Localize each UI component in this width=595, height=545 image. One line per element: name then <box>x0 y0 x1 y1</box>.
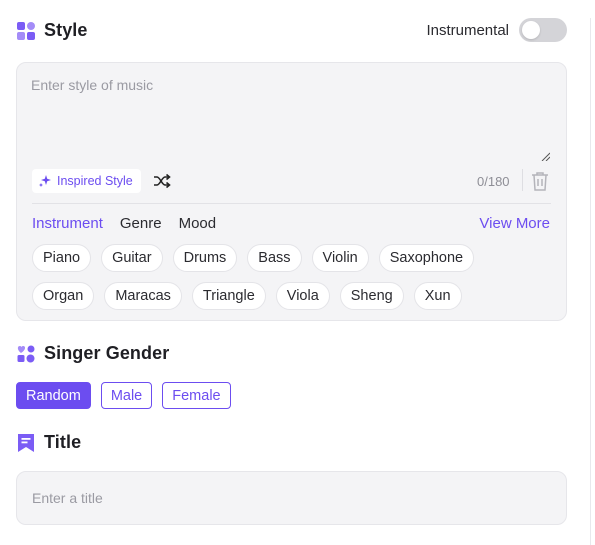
toggle-knob <box>522 21 540 39</box>
gender-male-button[interactable]: Male <box>100 382 153 409</box>
chip-bass[interactable]: Bass <box>247 244 302 272</box>
style-panel: Inspired Style 0/180 Instrument Genre Mo… <box>16 62 567 321</box>
chip-saxophone[interactable]: Saxophone <box>378 244 475 272</box>
tab-genre[interactable]: Genre <box>120 215 162 232</box>
gender-shapes-icon <box>16 344 36 364</box>
instrumental-label: Instrumental <box>426 21 509 39</box>
inspired-style-button[interactable]: Inspired Style <box>32 169 141 193</box>
resize-handle-icon[interactable] <box>540 151 550 161</box>
title-input[interactable] <box>16 471 567 525</box>
instrumental-control: Instrumental <box>426 18 567 42</box>
tab-mood[interactable]: Mood <box>179 215 217 232</box>
divider <box>32 203 551 204</box>
chip-violin[interactable]: Violin <box>311 244 369 272</box>
gender-female-button[interactable]: Female <box>162 382 231 409</box>
chip-piano[interactable]: Piano <box>32 244 92 272</box>
scrollbar[interactable] <box>587 0 595 545</box>
tab-instrument[interactable]: Instrument <box>32 215 103 232</box>
chip-triangle[interactable]: Triangle <box>191 282 266 310</box>
chip-xun[interactable]: Xun <box>413 282 462 310</box>
title-header: Title <box>16 432 81 453</box>
style-header: Style <box>16 20 88 41</box>
chip-guitar[interactable]: Guitar <box>101 244 163 272</box>
gender-options: Random Male Female <box>16 382 231 409</box>
trash-icon[interactable] <box>531 171 549 191</box>
view-more-link[interactable]: View More <box>479 215 550 232</box>
character-counter: 0/180 <box>477 174 510 189</box>
gender-title: Singer Gender <box>44 343 170 363</box>
chip-organ[interactable]: Organ <box>32 282 95 310</box>
instrumental-toggle[interactable] <box>519 18 567 42</box>
scrollbar-track <box>590 18 591 545</box>
gender-header: Singer Gender <box>16 343 169 364</box>
grid-shapes-icon <box>16 21 36 41</box>
shuffle-icon[interactable] <box>153 173 171 189</box>
inspired-style-label: Inspired Style <box>57 174 133 188</box>
chip-drums[interactable]: Drums <box>172 244 238 272</box>
style-title: Style <box>44 20 88 40</box>
chip-row: Organ Maracas Triangle Viola Sheng Xun <box>32 282 562 310</box>
style-input[interactable] <box>31 77 551 167</box>
chip-viola[interactable]: Viola <box>275 282 330 310</box>
divider <box>522 169 523 191</box>
gender-random-button[interactable]: Random <box>16 382 91 409</box>
chip-maracas[interactable]: Maracas <box>104 282 182 310</box>
chip-sheng[interactable]: Sheng <box>339 282 404 310</box>
bookmark-title-icon <box>16 433 36 453</box>
title-section-title: Title <box>44 432 82 452</box>
chip-row: Piano Guitar Drums Bass Violin Saxophone <box>32 244 562 272</box>
sparkle-icon <box>39 175 51 187</box>
style-tabs: Instrument Genre Mood <box>32 215 216 232</box>
